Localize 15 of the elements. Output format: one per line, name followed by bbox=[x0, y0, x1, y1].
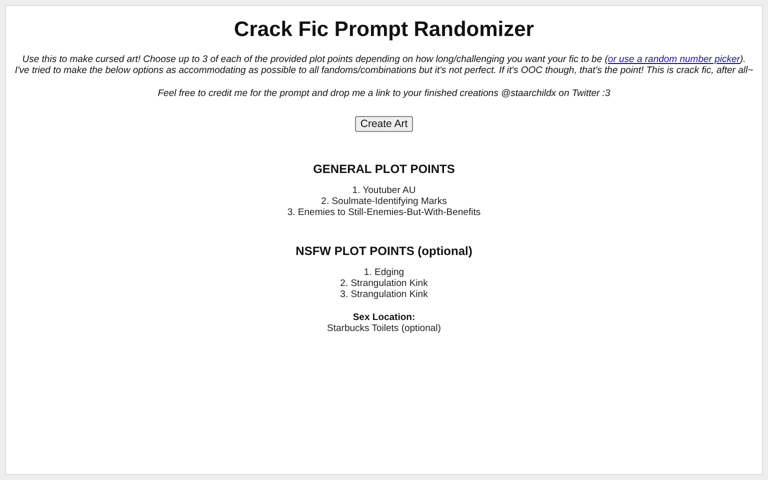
section-heading: NSFW PLOT POINTS (optional) bbox=[294, 244, 474, 258]
plot-point: 3. Enemies to Still-Enemies-But-With-Benefits bbox=[286, 207, 482, 218]
plot-point: 1. Youtuber AU bbox=[351, 185, 417, 196]
random-number-link[interactable]: or use a random number picker bbox=[608, 54, 740, 65]
plot-point: 3. Strangulation Kink bbox=[339, 289, 429, 300]
plot-point: 1. Edging bbox=[362, 267, 406, 278]
credit-text: Feel free to credit me for the prompt and drop me a link to your finished creations @staarchildx on Twitter :3 bbox=[156, 88, 612, 99]
location-label: Sex Location: bbox=[352, 312, 416, 323]
create-art-button[interactable]: Create Art bbox=[355, 116, 413, 132]
location-value: Starbucks Toilets (optional) bbox=[326, 323, 442, 334]
intro-text: Use this to make cursed art! Choose up to 3 of each of the provided plot points depending on how long/challenging you want your fic to be (or use a random number picker). I've tried to make the below options as accommodating as possible to all fandoms/combinations but it's not perfect. If it's OOC though, that's the point! This is crack fic, after all~ bbox=[14, 54, 754, 76]
plot-point: 2. Soulmate-Identifying Marks bbox=[320, 196, 448, 207]
plot-point: 2. Strangulation Kink bbox=[339, 278, 429, 289]
section-heading: GENERAL PLOT POINTS bbox=[312, 162, 456, 176]
page-title: Crack Fic Prompt Randomizer bbox=[233, 18, 535, 42]
